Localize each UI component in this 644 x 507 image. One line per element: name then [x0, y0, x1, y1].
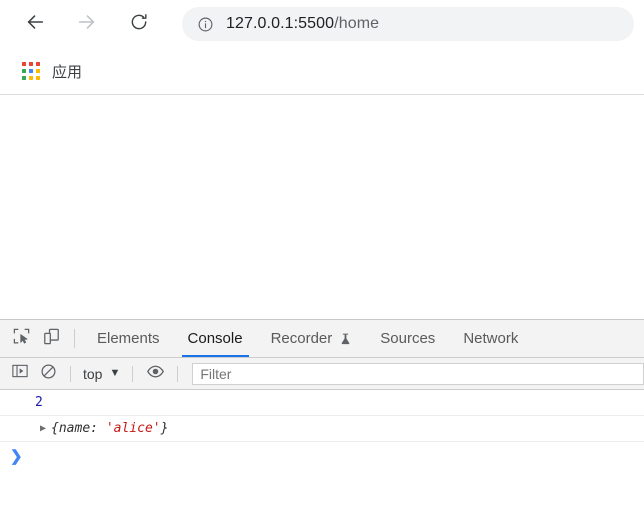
apps-grid-cell-6	[22, 76, 26, 80]
page-viewport	[0, 95, 644, 319]
chevron-down-icon: ▼	[109, 367, 121, 379]
console-prompt[interactable]: ❯	[0, 442, 644, 470]
url-path: /home	[334, 15, 380, 32]
console-toolbar-divider-1	[70, 365, 71, 382]
tab-label: Network	[463, 330, 519, 347]
tab-console[interactable]: Console	[174, 320, 257, 357]
inspect-element-button[interactable]	[6, 320, 36, 357]
live-expression-button[interactable]	[141, 362, 169, 386]
back-arrow-icon	[24, 11, 46, 38]
url-host: 127.0.0.1:5500	[226, 15, 335, 32]
bookmarks-bar: 应用	[0, 48, 644, 95]
device-toolbar-icon	[42, 327, 61, 351]
apps-grid-cell-2	[36, 62, 40, 66]
apps-grid-cell-7	[29, 76, 33, 80]
back-button[interactable]	[18, 7, 52, 41]
apps-grid-cell-0	[22, 62, 26, 66]
apps-grid-cell-8	[36, 76, 40, 80]
object-suffix: }	[160, 421, 169, 436]
tab-recorder[interactable]: Recorder	[257, 320, 367, 357]
live-expression-eye-icon	[146, 362, 165, 386]
console-message-row[interactable]: 2	[0, 390, 644, 416]
flask-icon	[339, 332, 352, 346]
apps-grid-icon	[22, 62, 40, 80]
forward-arrow-icon	[76, 11, 98, 38]
tab-elements[interactable]: Elements	[83, 320, 174, 357]
apps-grid-cell-1	[29, 62, 33, 66]
info-circle-icon[interactable]	[196, 15, 214, 33]
forward-button[interactable]	[70, 7, 104, 41]
object-prefix: {name:	[51, 421, 106, 436]
clear-console-icon	[40, 363, 57, 385]
apps-grid-cell-5	[36, 69, 40, 73]
console-toolbar-divider-2	[132, 365, 134, 382]
console-filter-input[interactable]: Filter	[192, 362, 644, 385]
inspect-element-icon	[12, 327, 31, 351]
console-filter-placeholder: Filter	[200, 365, 232, 382]
apps-grid-cell-4	[29, 69, 33, 73]
console-output: 2 ▶ {name: 'alice'} ❯	[0, 390, 644, 506]
clear-console-button[interactable]	[34, 362, 62, 386]
console-sidebar-toggle-button[interactable]	[6, 362, 34, 386]
browser-chrome: 127.0.0.1:5500/home 应用	[0, 0, 644, 95]
address-bar[interactable]: 127.0.0.1:5500/home	[182, 7, 634, 41]
devtools-panel: Elements Console Recorder Sources Networ…	[0, 319, 644, 506]
object-string-value: 'alice'	[105, 421, 161, 436]
browser-nav-bar: 127.0.0.1:5500/home	[0, 0, 644, 48]
console-toolbar-divider-3	[177, 365, 179, 382]
console-message-row[interactable]: ▶ {name: 'alice'}	[0, 416, 644, 442]
tab-label: Recorder	[270, 330, 333, 347]
execution-context-label: top	[83, 365, 103, 382]
console-object-value: {name: 'alice'}	[51, 421, 168, 436]
reload-button[interactable]	[122, 7, 156, 41]
tab-label: Console	[187, 330, 243, 347]
tab-network[interactable]: Network	[449, 320, 532, 357]
console-number-value: 2	[35, 395, 43, 410]
expand-object-triangle-icon[interactable]: ▶	[12, 423, 46, 434]
tab-label: Sources	[380, 330, 436, 347]
prompt-chevron-icon: ❯	[10, 447, 23, 465]
bookmark-item-apps[interactable]: 应用	[16, 57, 88, 85]
execution-context-selector[interactable]: top ▼	[79, 366, 124, 382]
bookmark-item-label: 应用	[52, 63, 83, 81]
devtools-toolbar-divider	[74, 329, 75, 348]
device-toolbar-button[interactable]	[36, 320, 66, 357]
tab-sources[interactable]: Sources	[366, 320, 449, 357]
reload-icon	[129, 12, 149, 37]
devtools-tabbar: Elements Console Recorder Sources Networ…	[0, 320, 644, 358]
apps-grid-cell-3	[22, 69, 26, 73]
address-bar-url: 127.0.0.1:5500/home	[226, 15, 379, 33]
tab-label: Elements	[97, 330, 160, 347]
console-sidebar-icon	[11, 362, 29, 385]
console-toolbar: top ▼ Filter	[0, 358, 644, 390]
